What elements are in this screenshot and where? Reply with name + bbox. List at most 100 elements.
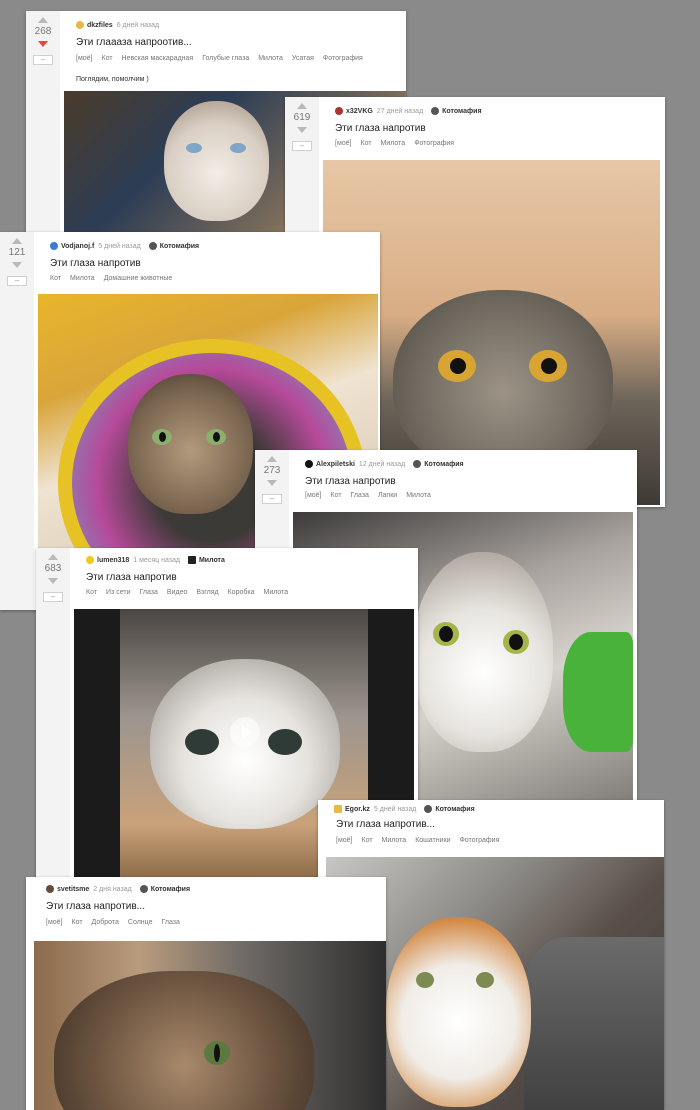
post-title[interactable]: Эти глаза напротив xyxy=(305,476,396,487)
post-card: svetitsme 2 дня назад Котомафия Эти глаз… xyxy=(26,877,386,1110)
tag[interactable]: Милота xyxy=(264,589,289,596)
avatar[interactable] xyxy=(46,885,54,893)
author-link[interactable]: svetitsme xyxy=(57,886,89,893)
tag-list: [моё] Кот Глаза Лапки Милота xyxy=(305,492,440,499)
community-link[interactable]: Котомафия xyxy=(435,806,474,813)
cat-eye xyxy=(438,350,476,382)
hide-button[interactable]: – xyxy=(43,592,63,602)
tag[interactable]: Глаза xyxy=(161,919,179,926)
tag[interactable]: Глаза xyxy=(351,492,369,499)
avatar[interactable] xyxy=(76,21,84,29)
upvote-icon[interactable] xyxy=(297,103,307,109)
tag[interactable]: Кот xyxy=(72,919,83,926)
tag[interactable]: Милота xyxy=(381,140,406,147)
vote-panel: 273 – xyxy=(255,450,289,504)
tag[interactable]: Кот xyxy=(362,837,373,844)
avatar[interactable] xyxy=(335,107,343,115)
downvote-icon[interactable] xyxy=(48,578,58,584)
author-link[interactable]: x32VKG xyxy=(346,108,373,115)
avatar[interactable] xyxy=(305,460,313,468)
cat-eye xyxy=(230,143,246,153)
tag[interactable]: Домашние животные xyxy=(104,275,173,282)
tag[interactable]: Взгляд xyxy=(196,589,218,596)
tag[interactable]: Солнце xyxy=(128,919,153,926)
tag[interactable]: Кот xyxy=(86,589,97,596)
author-link[interactable]: Egor.kz xyxy=(345,806,370,813)
tag[interactable]: Доброта xyxy=(92,919,119,926)
post-title[interactable]: Эти глаза напротив... xyxy=(46,901,145,912)
community-link[interactable]: Котомафия xyxy=(160,243,199,250)
tag[interactable]: Глаза xyxy=(140,589,158,596)
tag[interactable]: Фотография xyxy=(414,140,454,147)
tag[interactable]: Кот xyxy=(331,492,342,499)
author-link[interactable]: Vodjanoj.f xyxy=(61,243,94,250)
tag[interactable]: Коробка xyxy=(228,589,255,596)
play-icon[interactable] xyxy=(230,717,260,747)
tag[interactable]: Невская маскарадная xyxy=(122,55,194,62)
post-time: 2 дня назад xyxy=(93,885,132,893)
tag[interactable]: Милота xyxy=(406,492,431,499)
upvote-icon[interactable] xyxy=(48,554,58,560)
post-title[interactable]: Эти глаза напротив xyxy=(50,258,141,269)
tag[interactable]: Голубые глаза xyxy=(202,55,249,62)
community-link[interactable]: Котомафия xyxy=(424,461,463,468)
cat-eye xyxy=(433,622,459,646)
post-title[interactable]: Эти глаааза напроотив... xyxy=(76,37,192,48)
post-title[interactable]: Эти глаза напротив xyxy=(86,572,177,583)
cat-eye xyxy=(503,630,529,654)
downvote-icon[interactable] xyxy=(267,480,277,486)
author-link[interactable]: Alexpiletski xyxy=(316,461,355,468)
tag[interactable]: Фотография xyxy=(459,837,499,844)
cat-eye xyxy=(204,1041,230,1065)
hide-button[interactable]: – xyxy=(292,141,312,151)
community-link[interactable]: Котомафия xyxy=(151,886,190,893)
tag[interactable]: Милота xyxy=(70,275,95,282)
post-title[interactable]: Эти глаза напротив... xyxy=(336,819,435,830)
cat-eye xyxy=(186,143,202,153)
tag[interactable]: Кот xyxy=(50,275,61,282)
avatar[interactable] xyxy=(86,556,94,564)
tag[interactable]: Фотография xyxy=(323,55,363,62)
post-image[interactable] xyxy=(34,941,386,1110)
downvote-icon[interactable] xyxy=(297,127,307,133)
avatar[interactable] xyxy=(334,805,342,813)
tag[interactable]: Усатая xyxy=(292,55,314,62)
tag[interactable]: [моё] xyxy=(46,919,63,926)
community-link[interactable]: Милота xyxy=(199,557,225,564)
cat-face xyxy=(164,101,269,221)
tag[interactable]: Милота xyxy=(258,55,283,62)
vote-count: 268 xyxy=(34,26,52,37)
tag[interactable]: [моё] xyxy=(336,837,353,844)
tag[interactable]: Видео xyxy=(167,589,187,596)
hide-button[interactable]: – xyxy=(7,276,27,286)
hide-button[interactable]: – xyxy=(262,494,282,504)
author-link[interactable]: lumen318 xyxy=(97,557,129,564)
post-title[interactable]: Эти глаза напротив xyxy=(335,123,426,134)
downvote-icon[interactable] xyxy=(38,41,48,47)
tag[interactable]: [моё] xyxy=(335,140,352,147)
tag[interactable]: Кошатники xyxy=(415,837,450,844)
tag-list: [моё] Кот Невская маскарадная Голубые гл… xyxy=(76,55,372,62)
tag-list: [моё] Кот Доброта Солнце Глаза xyxy=(46,919,189,926)
tag[interactable]: Кот xyxy=(102,55,113,62)
tag[interactable]: [моё] xyxy=(76,55,93,62)
cat-eye xyxy=(476,972,494,988)
community-icon xyxy=(187,556,196,564)
cat-eye xyxy=(185,729,219,755)
avatar[interactable] xyxy=(50,242,58,250)
tag[interactable]: Милота xyxy=(382,837,407,844)
author-link[interactable]: dkzfiles xyxy=(87,22,113,29)
community-link[interactable]: Котомафия xyxy=(442,108,481,115)
upvote-icon[interactable] xyxy=(267,456,277,462)
tag[interactable]: Лапки xyxy=(378,492,397,499)
upvote-icon[interactable] xyxy=(12,238,22,244)
downvote-icon[interactable] xyxy=(12,262,22,268)
cat-face xyxy=(413,552,553,752)
hide-button[interactable]: – xyxy=(33,55,53,65)
tag[interactable]: [моё] xyxy=(305,492,322,499)
tag[interactable]: Из сети xyxy=(106,589,130,596)
tag[interactable]: Кот xyxy=(361,140,372,147)
upvote-icon[interactable] xyxy=(38,17,48,23)
post-meta: lumen318 1 месяц назад Милота xyxy=(86,556,225,564)
post-meta: x32VKG 27 дней назад Котомафия xyxy=(335,107,482,115)
